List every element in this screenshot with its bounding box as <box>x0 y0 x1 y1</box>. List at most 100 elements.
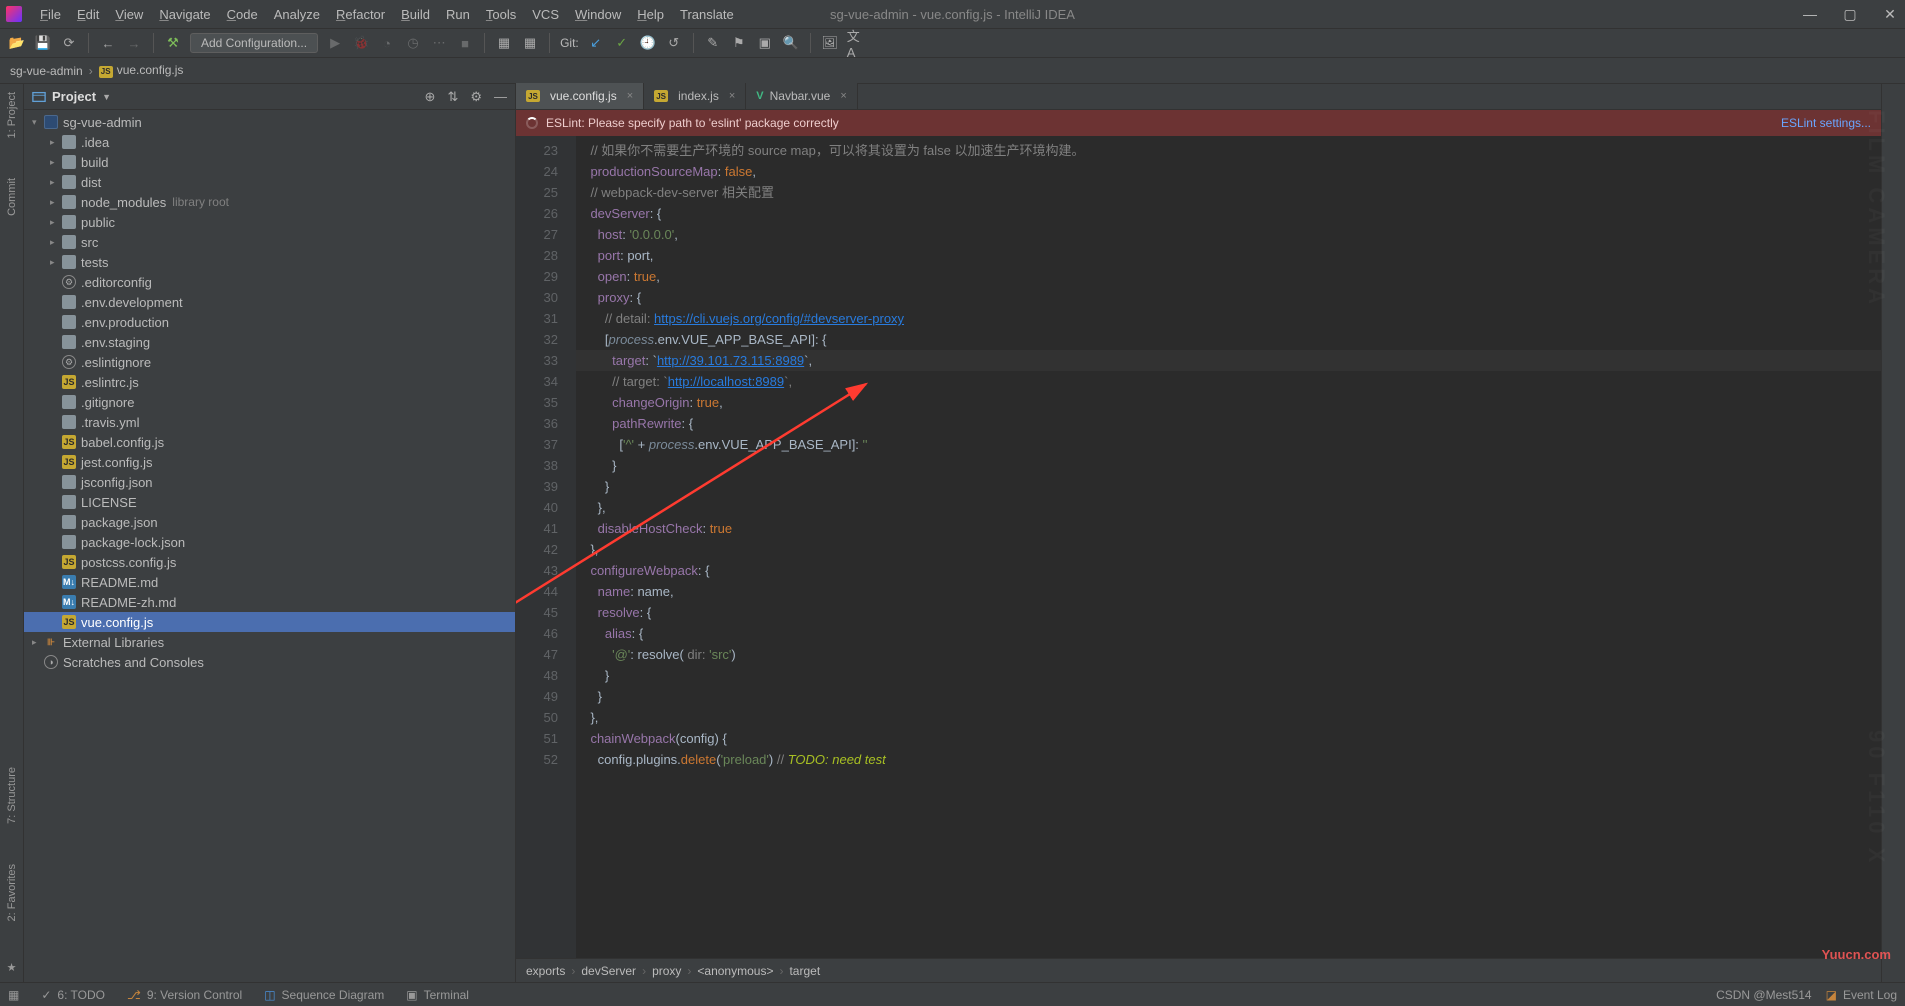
code-line[interactable]: proxy: { <box>576 287 1881 308</box>
code-line[interactable]: '@': resolve( dir: 'src') <box>576 644 1881 665</box>
editor-tab[interactable]: JSindex.js× <box>644 83 746 109</box>
maximize-button[interactable]: ▢ <box>1841 6 1859 23</box>
code-editor[interactable]: 2324252627282930313233343536373839404142… <box>516 136 1881 958</box>
code-line[interactable]: }, <box>576 497 1881 518</box>
minimize-button[interactable]: — <box>1801 6 1819 23</box>
code-line[interactable]: // target: `http://localhost:8989`, <box>576 371 1881 392</box>
tree-item[interactable]: M↓README.md <box>24 572 515 592</box>
wand-icon[interactable]: ✎ <box>704 34 722 52</box>
menu-analyze[interactable]: Analyze <box>274 7 320 22</box>
tree-item[interactable]: JSjest.config.js <box>24 452 515 472</box>
close-tab-icon[interactable]: × <box>729 90 735 102</box>
add-configuration-button[interactable]: Add Configuration... <box>190 33 318 53</box>
editor-crumb[interactable]: target <box>789 964 820 978</box>
flag-icon[interactable]: ⚑ <box>730 34 748 52</box>
tree-item[interactable]: JSpostcss.config.js <box>24 552 515 572</box>
tree-item[interactable]: ▸node_moduleslibrary root <box>24 192 515 212</box>
editor-tab[interactable]: VNavbar.vue× <box>746 83 857 109</box>
toolwin-indicator-icon[interactable]: ▦ <box>8 988 19 1002</box>
menu-run[interactable]: Run <box>446 7 470 22</box>
code-line[interactable]: } <box>576 686 1881 707</box>
code-line[interactable]: alias: { <box>576 623 1881 644</box>
open-icon[interactable]: 📂 <box>8 34 26 52</box>
code-line[interactable]: } <box>576 476 1881 497</box>
tree-item[interactable]: package.json <box>24 512 515 532</box>
chevron-down-icon[interactable]: ▼ <box>102 92 111 102</box>
search-icon[interactable]: 🔍 <box>782 34 800 52</box>
code-line[interactable]: chainWebpack(config) { <box>576 728 1881 749</box>
expand-icon[interactable]: ⇅ <box>447 89 458 105</box>
editor-crumb[interactable]: devServer <box>581 964 636 978</box>
menu-refactor[interactable]: Refactor <box>336 7 385 22</box>
git-update-icon[interactable]: ↙ <box>587 34 605 52</box>
project-tree[interactable]: ▾sg-vue-admin▸.idea▸build▸dist▸node_modu… <box>24 110 515 982</box>
tree-item[interactable]: ⚙.editorconfig <box>24 272 515 292</box>
code-line[interactable]: // webpack-dev-server 相关配置 <box>576 182 1881 203</box>
code-line[interactable]: // 如果你不需要生产环境的 source map，可以将其设置为 false … <box>576 140 1881 161</box>
grid1-icon[interactable]: ▦ <box>495 34 513 52</box>
status-version-control[interactable]: ⎇9: Version Control <box>127 988 242 1002</box>
forward-icon[interactable]: → <box>125 34 143 52</box>
tree-item[interactable]: ▸tests <box>24 252 515 272</box>
menu-tools[interactable]: Tools <box>486 7 516 22</box>
translate-icon[interactable]: 文A <box>847 34 865 52</box>
tree-item[interactable]: LICENSE <box>24 492 515 512</box>
code-line[interactable]: disableHostCheck: true <box>576 518 1881 539</box>
close-window-button[interactable]: ✕ <box>1881 6 1899 23</box>
save-icon[interactable]: 💾 <box>34 34 52 52</box>
menu-view[interactable]: View <box>115 7 143 22</box>
code-line[interactable]: port: port, <box>576 245 1881 266</box>
close-tab-icon[interactable]: × <box>627 90 633 102</box>
code-line[interactable]: ['^' + process.env.VUE_APP_BASE_API]: '' <box>576 434 1881 455</box>
tree-item[interactable]: ▸.idea <box>24 132 515 152</box>
tree-item[interactable]: ▾sg-vue-admin <box>24 112 515 132</box>
git-rollback-icon[interactable]: ↺ <box>665 34 683 52</box>
tree-item[interactable]: .env.staging <box>24 332 515 352</box>
project-pane-title[interactable]: Project <box>52 89 96 104</box>
locate-icon[interactable]: ⊕ <box>425 89 436 105</box>
sync-icon[interactable]: ⟳ <box>60 34 78 52</box>
gear-icon[interactable]: ⚙ <box>470 89 482 105</box>
code-line[interactable]: }, <box>576 707 1881 728</box>
crumb-root[interactable]: sg-vue-admin <box>10 64 83 78</box>
toolwin-structure[interactable]: 7: Structure <box>6 767 18 824</box>
tree-item[interactable]: ▸public <box>24 212 515 232</box>
menu-window[interactable]: Window <box>575 7 621 22</box>
code-line[interactable]: [process.env.VUE_APP_BASE_API]: { <box>576 329 1881 350</box>
code-line[interactable]: resolve: { <box>576 602 1881 623</box>
editor-crumb[interactable]: exports <box>526 964 565 978</box>
tree-item[interactable]: JSbabel.config.js <box>24 432 515 452</box>
tree-item[interactable]: M↓README-zh.md <box>24 592 515 612</box>
toolwin-project[interactable]: 1: Project <box>6 92 18 138</box>
crumb-file[interactable]: JSvue.config.js <box>99 63 184 78</box>
grid2-icon[interactable]: ▦ <box>521 34 539 52</box>
code-line[interactable]: pathRewrite: { <box>576 413 1881 434</box>
menu-build[interactable]: Build <box>401 7 430 22</box>
close-tab-icon[interactable]: × <box>840 90 846 102</box>
editor-crumb[interactable]: <anonymous> <box>697 964 773 978</box>
profile-icon[interactable]: ◷ <box>404 34 422 52</box>
debug-icon[interactable]: 🐞 <box>352 34 370 52</box>
tree-item[interactable]: .env.production <box>24 312 515 332</box>
editor-tab[interactable]: JSvue.config.js× <box>516 83 644 109</box>
menu-code[interactable]: Code <box>227 7 258 22</box>
editor-crumb[interactable]: proxy <box>652 964 681 978</box>
code-line[interactable]: devServer: { <box>576 203 1881 224</box>
tree-item[interactable]: JS.eslintrc.js <box>24 372 515 392</box>
code-line[interactable]: target: `http://39.101.73.115:8989`, <box>576 350 1881 371</box>
menu-navigate[interactable]: Navigate <box>159 7 210 22</box>
status-terminal[interactable]: ▣Terminal <box>406 988 469 1002</box>
hide-pane-button[interactable]: — <box>494 89 507 105</box>
code-line[interactable]: }, <box>576 539 1881 560</box>
tree-item[interactable]: ⚙.eslintignore <box>24 352 515 372</box>
status-event-log[interactable]: ◪Event Log <box>1826 988 1897 1002</box>
code-line[interactable]: } <box>576 665 1881 686</box>
run-icon[interactable]: ▶ <box>326 34 344 52</box>
back-icon[interactable]: ← <box>99 34 117 52</box>
tree-item[interactable]: JSvue.config.js <box>24 612 515 632</box>
tree-item[interactable]: .gitignore <box>24 392 515 412</box>
eslint-settings-link[interactable]: ESLint settings... <box>1781 116 1871 130</box>
code-line[interactable]: name: name, <box>576 581 1881 602</box>
stop-icon[interactable]: ■ <box>456 34 474 52</box>
tree-item[interactable]: jsconfig.json <box>24 472 515 492</box>
